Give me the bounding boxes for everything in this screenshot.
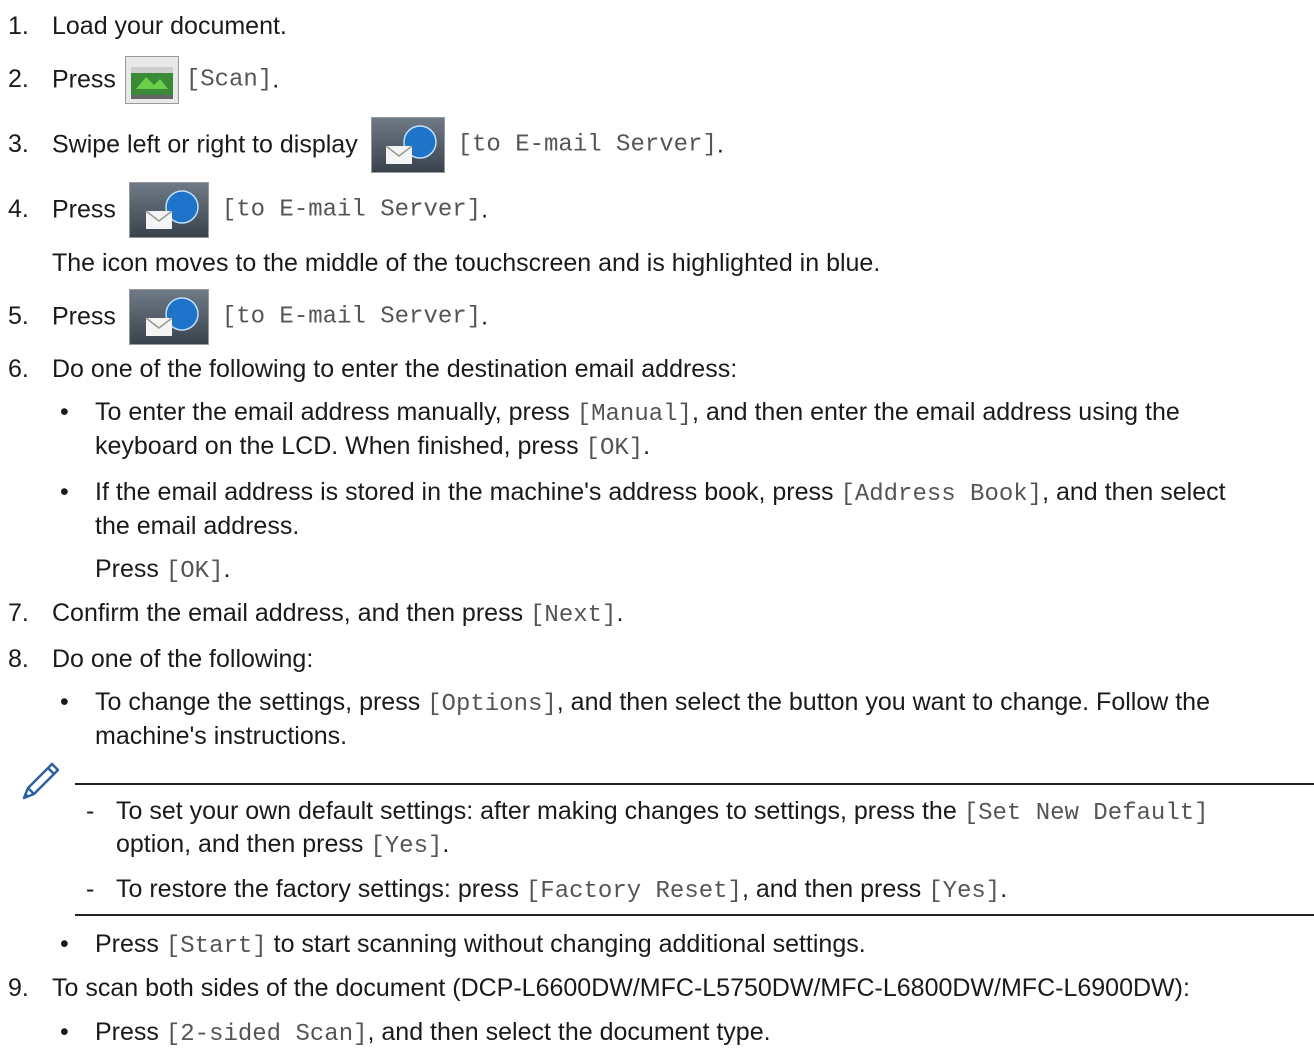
email-server-icon	[370, 117, 445, 173]
note-text: option, and then press [Yes].	[116, 830, 450, 860]
email-server-code: [to E-mail Server]	[457, 131, 717, 159]
bullet-text: machine's instructions.	[95, 722, 348, 750]
step-pre: Press	[52, 195, 116, 224]
note-dash: -	[86, 797, 95, 825]
bullet: •	[60, 398, 69, 426]
step-number: 9.	[8, 974, 29, 1002]
step-number: 1.	[8, 12, 29, 40]
step-number: 5.	[8, 302, 29, 330]
step-text: Swipe left or right to display [to E-mai…	[52, 117, 724, 173]
email-server-code: [to E-mail Server]	[221, 303, 482, 331]
factory-reset-code: [Factory Reset]	[525, 878, 742, 905]
email-server-icon	[128, 289, 209, 345]
bullet-text: To change the settings, press [Options],…	[95, 688, 1210, 718]
bullet-text: To enter the email address manually, pre…	[95, 398, 1180, 428]
bullet-text: If the email address is stored in the ma…	[95, 478, 1226, 508]
bullet: •	[60, 1018, 69, 1046]
scan-code: [Scan]	[185, 66, 273, 94]
note-divider-bottom	[75, 914, 1314, 916]
scanner-icon	[124, 56, 179, 104]
bullet-text: the email address.	[95, 512, 300, 540]
bullet: •	[60, 930, 69, 958]
step-number: 3.	[8, 130, 29, 158]
bullet-text: keyboard on the LCD. When finished, pres…	[95, 432, 651, 462]
email-server-code: [to E-mail Server]	[221, 196, 482, 224]
step-number: 4.	[8, 195, 29, 223]
punct: .	[272, 65, 280, 94]
yes-code: [Yes]	[370, 833, 443, 860]
punct: .	[481, 195, 489, 224]
ok-code: [OK]	[585, 435, 644, 462]
ok-code: [OK]	[165, 558, 224, 585]
bullet-text: Press [Start] to start scanning without …	[95, 930, 866, 960]
step-pre: Swipe left or right to display	[52, 130, 358, 159]
step-text: Load your document.	[52, 12, 287, 40]
pencil-icon	[18, 760, 62, 804]
step-text: Do one of the following to enter the des…	[52, 355, 738, 383]
note-text: To restore the factory settings: press […	[116, 875, 1008, 905]
step-note: The icon moves to the middle of the touc…	[52, 249, 881, 277]
step-text: Press [to E-mail Server].	[52, 289, 488, 345]
next-code: [Next]	[530, 602, 617, 629]
bullet: •	[60, 478, 69, 506]
step-number: 8.	[8, 645, 29, 673]
step-number: 6.	[8, 355, 29, 383]
bullet-text: Press [OK].	[95, 555, 231, 585]
email-server-icon	[128, 182, 209, 238]
manual-code: [Manual]	[576, 401, 692, 428]
punct: .	[716, 130, 724, 159]
note-divider-top	[75, 783, 1314, 785]
step-text: Confirm the email address, and then pres…	[52, 599, 624, 629]
step-text: To scan both sides of the document (DCP-…	[52, 974, 1190, 1002]
step-pre: Press	[52, 302, 116, 331]
options-code: [Options]	[427, 691, 557, 718]
bullet: •	[60, 688, 69, 716]
step-number: 2.	[8, 65, 29, 93]
yes-code: [Yes]	[928, 878, 1001, 905]
start-code: [Start]	[165, 933, 267, 960]
note-text: To set your own default settings: after …	[116, 797, 1209, 827]
punct: .	[481, 302, 489, 331]
step-pre: Press	[52, 65, 116, 94]
note-dash: -	[86, 875, 95, 903]
step-text: Do one of the following:	[52, 645, 314, 673]
address-book-code: [Address Book]	[840, 481, 1043, 508]
step-text: Press [Scan].	[52, 56, 279, 104]
step-number: 7.	[8, 599, 29, 627]
step-text: Press [to E-mail Server].	[52, 182, 488, 238]
set-new-default-code: [Set New Default]	[963, 800, 1209, 827]
